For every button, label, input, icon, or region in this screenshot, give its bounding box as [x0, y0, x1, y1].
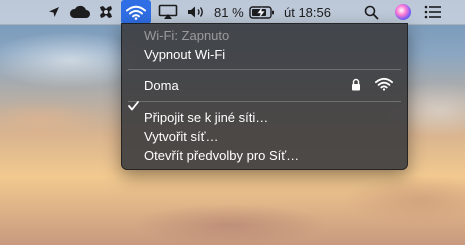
wifi-signal-icon [375, 77, 393, 94]
menu-separator [128, 101, 401, 102]
network-item-doma[interactable]: Doma [144, 76, 399, 94]
wifi-icon[interactable] [121, 0, 151, 24]
search-icon[interactable] [362, 0, 380, 24]
network-name: Doma [144, 77, 179, 93]
join-other-network-item[interactable]: Připojit se k jiné síti… [144, 108, 268, 126]
cloud-icon[interactable] [68, 0, 92, 24]
siri-icon[interactable] [393, 0, 413, 24]
location-arrow-icon[interactable] [46, 0, 62, 24]
volume-icon[interactable] [185, 0, 209, 24]
battery-percentage[interactable]: 81 % [214, 0, 248, 24]
create-network-item[interactable]: Vytvořit síť… [144, 127, 218, 145]
notification-center-icon[interactable] [423, 0, 443, 24]
airplay-icon[interactable] [156, 0, 180, 24]
menu-bar: 81 % út 18:56 [0, 0, 465, 25]
battery-charging-icon[interactable] [248, 0, 276, 24]
menubar-clock[interactable]: út 18:56 [284, 0, 346, 24]
wifi-status-label: Wi-Fi: Zapnuto [144, 27, 230, 43]
turn-off-wifi-item[interactable]: Vypnout Wi-Fi [144, 45, 225, 63]
lock-icon [351, 78, 361, 94]
wrench-icon[interactable] [97, 0, 115, 24]
menu-separator [128, 69, 401, 70]
wifi-dropdown-menu: Wi-Fi: Zapnuto Vypnout Wi-Fi Doma Připoj… [121, 23, 408, 170]
open-network-preferences-item[interactable]: Otevřít předvolby pro Síť… [144, 146, 299, 164]
